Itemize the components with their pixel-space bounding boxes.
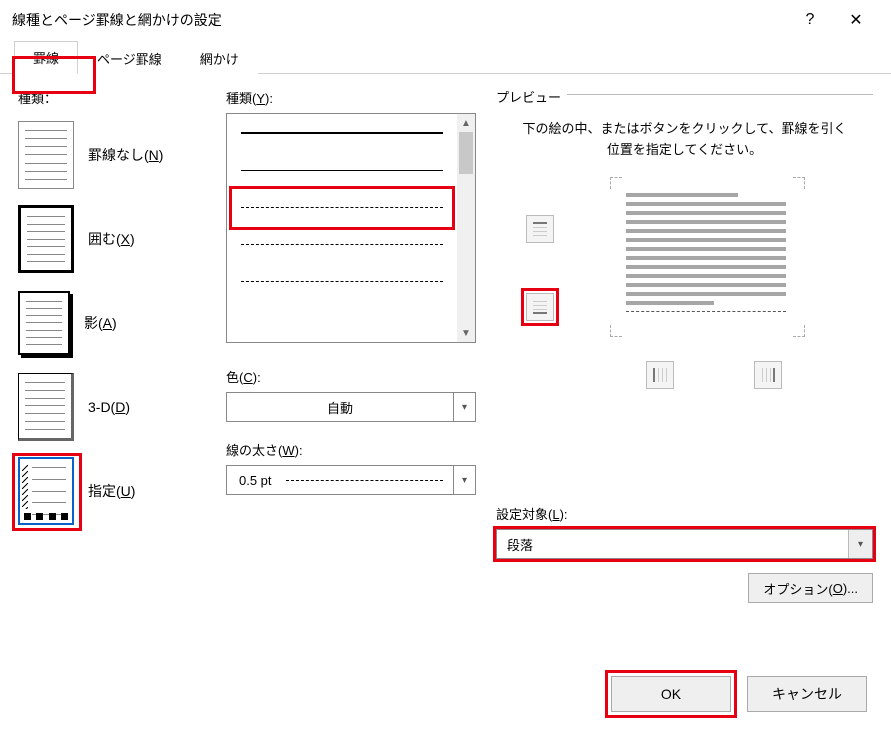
setting-none-icon — [18, 121, 74, 189]
line-style-dashed-2[interactable] — [241, 281, 443, 282]
close-button[interactable]: ✕ — [833, 0, 879, 40]
apply-to-combo[interactable]: 段落 ▾ — [496, 529, 873, 559]
border-bottom-button[interactable] — [526, 293, 554, 321]
options-button[interactable]: オプション(O)... — [748, 573, 873, 603]
setting-box[interactable]: 囲む(X) — [18, 197, 218, 281]
line-style-list[interactable]: ▲ ▼ — [226, 113, 476, 343]
apply-to-row: 設定対象(L): 段落 ▾ オプション(O)... — [496, 504, 873, 559]
dialog-footer: OK キャンセル — [611, 676, 867, 712]
line-style-dashed[interactable] — [241, 244, 443, 245]
setting-custom-icon — [18, 457, 74, 525]
preview-help-text: 下の絵の中、またはボタンをクリックして、罫線を引く位置を指定してください。 — [520, 119, 849, 161]
color-heading: 色(C): — [226, 367, 476, 386]
apply-to-heading: 設定対象(L): — [496, 504, 873, 523]
chevron-down-icon: ▾ — [848, 530, 872, 558]
setting-shadow[interactable]: 影(A) — [18, 281, 218, 365]
crop-corner-icon — [793, 177, 805, 189]
help-button[interactable]: ? — [787, 0, 833, 40]
setting-box-icon — [18, 205, 74, 273]
style-heading: 種類(Y): — [226, 88, 476, 107]
width-value: 0.5 pt — [227, 466, 453, 494]
setting-3d-icon — [18, 373, 74, 441]
style-column: 種類(Y): ▲ ▼ — [226, 88, 476, 644]
tab-shading[interactable]: 網かけ — [181, 42, 258, 74]
setting-custom-label: 指定(U) — [88, 481, 135, 501]
setting-3d[interactable]: 3-D(D) — [18, 365, 218, 449]
line-style-viewport — [227, 114, 457, 342]
preview-heading: プレビュー — [496, 87, 567, 106]
crop-corner-icon — [610, 177, 622, 189]
dialog-window: 線種とページ罫線と網かけの設定 ? ✕ 罫線 ページ罫線 網かけ 種類： 罫線な… — [0, 0, 891, 730]
color-combo[interactable]: 自動 ▾ — [226, 392, 476, 422]
line-style-solid-thick[interactable] — [241, 132, 443, 134]
setting-box-label: 囲む(X) — [88, 229, 135, 249]
tab-strip: 罫線 ページ罫線 網かけ — [0, 40, 891, 74]
dialog-body: 種類： 罫線なし(N) 囲む(X) — [0, 74, 891, 644]
crop-corner-icon — [610, 325, 622, 337]
scroll-thumb[interactable] — [459, 132, 473, 174]
preview-group: プレビュー 下の絵の中、またはボタンをクリックして、罫線を引く位置を指定してくだ… — [496, 94, 873, 494]
line-style-dashed-fine[interactable] — [241, 207, 443, 208]
preview-bottom-border — [626, 311, 786, 312]
line-style-solid[interactable] — [241, 170, 443, 171]
crop-corner-icon — [793, 325, 805, 337]
border-left-button[interactable] — [646, 361, 674, 389]
width-heading: 線の太さ(W): — [226, 440, 476, 459]
setting-3d-label: 3-D(D) — [88, 399, 130, 415]
cancel-button[interactable]: キャンセル — [747, 676, 867, 712]
color-value: 自動 — [227, 393, 453, 421]
scroll-down-icon[interactable]: ▼ — [457, 324, 475, 342]
border-top-button[interactable] — [526, 215, 554, 243]
preview-canvas[interactable] — [496, 181, 873, 391]
annotation-highlight — [229, 186, 455, 230]
setting-none[interactable]: 罫線なし(N) — [18, 113, 218, 197]
setting-heading: 種類： — [18, 88, 218, 107]
titlebar: 線種とページ罫線と網かけの設定 ? ✕ — [0, 0, 891, 40]
setting-shadow-label: 影(A) — [84, 313, 117, 333]
scrollbar[interactable]: ▲ ▼ — [457, 114, 475, 342]
setting-custom[interactable]: 指定(U) — [18, 449, 218, 533]
dialog-title: 線種とページ罫線と網かけの設定 — [12, 10, 787, 30]
chevron-down-icon: ▾ — [453, 466, 475, 494]
preview-column: プレビュー 下の絵の中、またはボタンをクリックして、罫線を引く位置を指定してくだ… — [496, 88, 873, 644]
width-sample-line — [286, 480, 443, 481]
apply-to-value: 段落 — [497, 530, 848, 558]
setting-shadow-icon — [18, 291, 70, 355]
ok-button[interactable]: OK — [611, 676, 731, 712]
width-combo[interactable]: 0.5 pt ▾ — [226, 465, 476, 495]
setting-none-label: 罫線なし(N) — [88, 145, 163, 165]
preview-paragraph — [626, 193, 786, 312]
tab-page-borders[interactable]: ページ罫線 — [78, 42, 181, 74]
tab-borders[interactable]: 罫線 — [14, 41, 78, 74]
setting-column: 種類： 罫線なし(N) 囲む(X) — [18, 88, 218, 644]
chevron-down-icon: ▾ — [453, 393, 475, 421]
scroll-up-icon[interactable]: ▲ — [457, 114, 475, 132]
border-right-button[interactable] — [754, 361, 782, 389]
